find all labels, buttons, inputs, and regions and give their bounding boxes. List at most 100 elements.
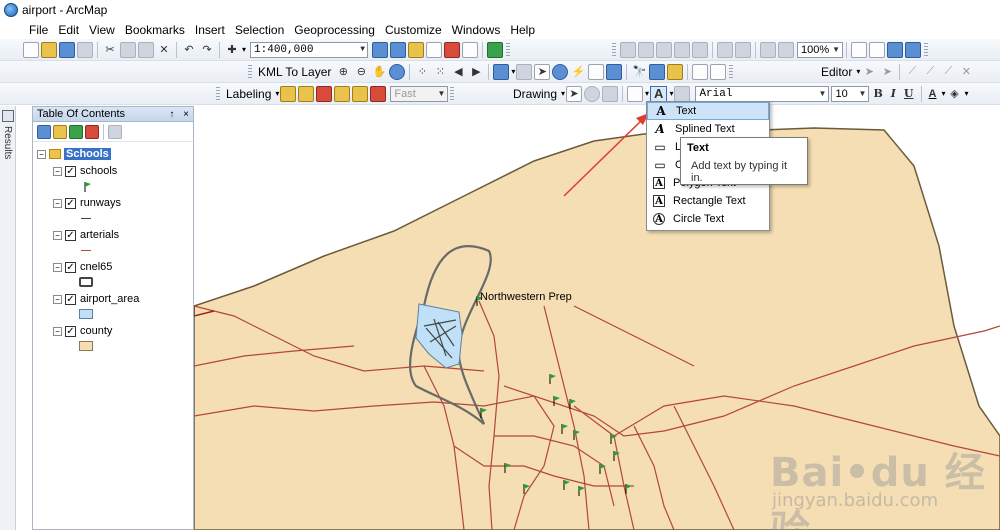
fixed-zoom-in-icon[interactable]: ⁘ (414, 64, 430, 80)
font-size-combo[interactable]: 10 ▼ (831, 85, 870, 102)
chevron-down-icon[interactable]: ▾ (275, 89, 279, 98)
change-layout-icon[interactable] (887, 41, 903, 58)
toc-layer-row[interactable]: − ✓ schools (33, 163, 193, 179)
toc-layer-row[interactable]: − ✓ county (33, 323, 193, 339)
menu-selection[interactable]: Selection (230, 23, 289, 37)
select-elements-icon[interactable]: ➤ (566, 85, 583, 102)
identify-icon[interactable] (552, 63, 569, 80)
toolbar-grip[interactable] (729, 64, 734, 79)
chevron-down-icon[interactable]: ▾ (645, 89, 649, 98)
new-text-tool-button[interactable]: A (650, 85, 668, 102)
county-polygon[interactable] (194, 127, 1000, 530)
menu-help[interactable]: Help (505, 23, 540, 37)
bold-button[interactable]: B (870, 86, 885, 102)
save-icon[interactable] (59, 41, 75, 58)
model-builder-icon[interactable] (487, 41, 504, 58)
menu-customize[interactable]: Customize (380, 23, 447, 37)
layer-visibility-checkbox[interactable]: ✓ (65, 325, 76, 337)
trace-icon[interactable]: ⟋ (922, 64, 938, 80)
layer-name[interactable]: airport_area (80, 293, 139, 305)
layer-name[interactable]: arterials (80, 229, 119, 241)
zoom-whole-page-icon[interactable] (674, 41, 690, 58)
zoom-out-icon[interactable]: ⊖ (353, 64, 369, 80)
collapse-icon[interactable]: − (53, 326, 62, 336)
toc-layer-row[interactable]: − ✓ runways (33, 195, 193, 211)
toolbar-grip[interactable] (924, 42, 928, 57)
time-slider-icon[interactable] (692, 63, 709, 80)
map-canvas[interactable]: Northwestern Prep (194, 106, 1000, 530)
menu-insert[interactable]: Insert (190, 23, 230, 37)
go-back-extent-icon[interactable] (760, 41, 776, 58)
clear-selection-icon[interactable] (516, 63, 533, 80)
menu-bookmarks[interactable]: Bookmarks (120, 23, 190, 37)
collapse-icon[interactable]: − (53, 294, 62, 304)
collapse-icon[interactable]: − (53, 166, 62, 176)
fixed-zoom-in-icon[interactable] (717, 41, 733, 58)
find-route-icon[interactable] (649, 63, 666, 80)
toc-layer-row[interactable]: − ✓ airport_area (33, 291, 193, 307)
toc-layer-row[interactable]: − ✓ cnel65 (33, 259, 193, 275)
menu-file[interactable]: File (24, 23, 53, 37)
layout-zoom-out-icon[interactable] (638, 41, 654, 58)
layout-pan-icon[interactable] (656, 41, 672, 58)
collapse-icon[interactable]: − (53, 230, 62, 240)
edit-vertices-icon[interactable]: ✕ (958, 64, 974, 80)
chevron-down-icon[interactable]: ▾ (242, 45, 246, 54)
select-features-icon[interactable] (493, 63, 510, 80)
collapse-icon[interactable]: − (37, 149, 46, 159)
straight-segment-icon[interactable]: ⟋ (904, 64, 920, 80)
results-side-tab[interactable]: Results (0, 106, 16, 530)
layer-visibility-checkbox[interactable]: ✓ (65, 261, 76, 273)
list-by-source-icon[interactable] (53, 124, 67, 139)
redo-icon[interactable]: ↷ (199, 42, 215, 58)
fill-color-icon[interactable]: ◈ (946, 86, 962, 102)
html-popup-icon[interactable] (588, 63, 605, 80)
forward-arrow-icon[interactable]: ▶ (468, 64, 484, 80)
kml-to-layer-button[interactable]: KML To Layer (255, 65, 334, 79)
drawing-menu-button[interactable]: Drawing (510, 87, 560, 101)
toggle-draft-mode-icon[interactable] (851, 41, 867, 58)
menu-geoprocessing[interactable]: Geoprocessing (289, 23, 380, 37)
view-unplaced-labels-icon[interactable] (334, 85, 351, 102)
arctoolbox-icon[interactable] (444, 41, 461, 58)
menu-windows[interactable]: Windows (447, 23, 506, 37)
map-view[interactable]: Northwestern Prep (194, 106, 1000, 530)
list-by-drawing-order-icon[interactable] (37, 124, 51, 139)
layer-visibility-checkbox[interactable]: ✓ (65, 165, 76, 177)
layer-name[interactable]: runways (80, 197, 121, 209)
go-forward-extent-icon[interactable] (778, 41, 794, 58)
toolbar-grip[interactable] (506, 42, 511, 57)
edit-vertices-icon[interactable] (674, 85, 691, 102)
editor-toolbar-icon[interactable] (372, 41, 389, 58)
focus-data-frame-icon[interactable] (869, 41, 885, 58)
edit-annotation-icon[interactable]: ➤ (879, 64, 895, 80)
back-arrow-icon[interactable]: ◀ (450, 64, 466, 80)
editor-menu-button[interactable]: Editor (818, 65, 855, 79)
layer-name[interactable]: county (80, 325, 112, 337)
list-by-visibility-icon[interactable] (69, 124, 83, 139)
copy-icon[interactable] (120, 41, 136, 58)
print-icon[interactable] (77, 41, 93, 58)
pan-hand-icon[interactable]: ✋ (371, 64, 387, 80)
menu-view[interactable]: View (84, 23, 120, 37)
toolbar-grip[interactable] (450, 86, 455, 101)
chevron-down-icon[interactable]: ▾ (561, 89, 565, 98)
toc-group-row[interactable]: − Schools (33, 146, 193, 162)
labeling-menu-button[interactable]: Labeling (223, 87, 274, 101)
python-window-icon[interactable] (462, 41, 479, 58)
italic-button[interactable]: I (888, 86, 899, 102)
layer-name[interactable]: schools (80, 165, 117, 177)
toc-options-icon[interactable] (108, 124, 122, 139)
undo-icon[interactable]: ↶ (181, 42, 197, 58)
layer-visibility-checkbox[interactable]: ✓ (65, 229, 76, 241)
school-map-label[interactable]: Northwestern Prep (480, 291, 572, 303)
chevron-down-icon[interactable]: ▾ (964, 89, 968, 98)
select-elements-arrow-icon[interactable]: ➤ (534, 63, 551, 80)
cut-icon[interactable]: ✂ (102, 42, 118, 58)
zoom-to-selected-icon[interactable] (602, 85, 619, 102)
zoom-in-icon[interactable]: ⊕ (335, 64, 351, 80)
chevron-down-icon[interactable]: ▾ (511, 67, 515, 76)
pause-labeling-icon[interactable] (316, 85, 333, 102)
rectangle-icon[interactable] (627, 85, 644, 102)
chevron-down-icon[interactable]: ▾ (669, 89, 673, 98)
